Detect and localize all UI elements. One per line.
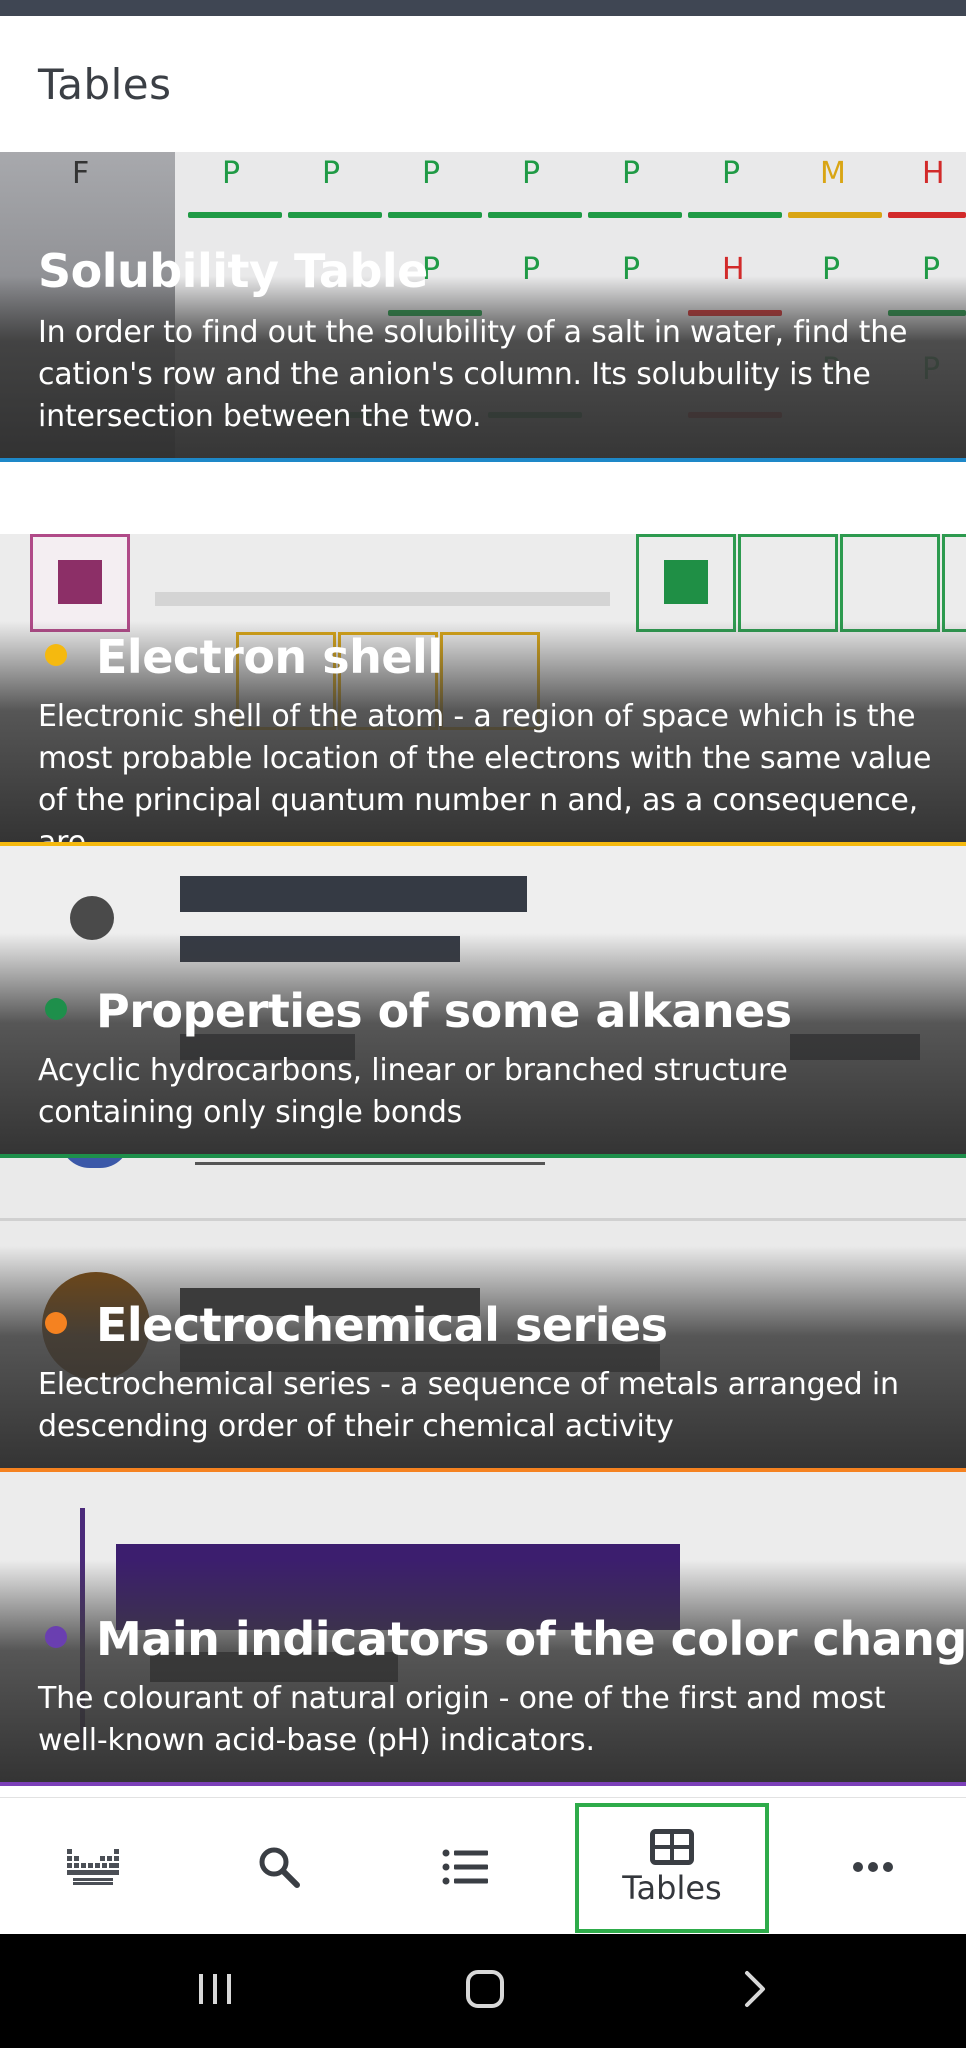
card-title: Electrochemical series <box>96 1298 668 1352</box>
list-icon <box>442 1849 488 1885</box>
periodic-table-icon <box>67 1848 119 1885</box>
table-cell: P <box>522 156 541 191</box>
table-icon <box>650 1829 694 1865</box>
table-cell: F <box>72 156 90 191</box>
table-cell: P <box>722 156 741 191</box>
recent-apps-icon <box>195 1972 235 2011</box>
bottom-navigation: Tables <box>0 1797 966 1935</box>
more-icon <box>852 1861 894 1873</box>
home-icon <box>465 1969 505 2014</box>
back-icon <box>743 1969 767 2014</box>
search-icon <box>257 1845 301 1889</box>
table-cell: P <box>622 156 641 191</box>
card-description: In order to find out the solubility of a… <box>38 315 908 434</box>
card-dot <box>45 1626 67 1648</box>
table-cell: P <box>322 156 341 191</box>
recent-apps-button[interactable] <box>150 1934 280 2048</box>
table-cell: M <box>820 156 846 191</box>
card-dot <box>45 998 67 1020</box>
table-cell: P <box>422 156 441 191</box>
card-properties-of-alkanes[interactable]: Properties of some alkanes Acyclic hydro… <box>0 846 966 1158</box>
card-title: Properties of some alkanes <box>96 984 792 1038</box>
card-dot <box>45 1312 67 1334</box>
card-electron-shell[interactable]: Electron shell Electronic shell of the a… <box>0 534 966 846</box>
nav-more[interactable] <box>780 1798 966 1935</box>
card-description: Electronic shell of the atom - a region … <box>38 699 932 846</box>
nav-tables[interactable]: Tables <box>575 1803 769 1933</box>
card-dot <box>45 644 67 666</box>
home-button[interactable] <box>420 1934 550 2048</box>
back-button[interactable] <box>690 1934 820 2048</box>
table-cell: H <box>922 156 945 191</box>
system-navigation-bar <box>0 1934 966 2048</box>
card-electrochemical-series[interactable]: Electrochemical series Electrochemical s… <box>0 1158 966 1472</box>
card-accent-bar <box>0 458 966 462</box>
card-main-indicators[interactable]: Main indicators of the color changes The… <box>0 1472 966 1786</box>
card-description: Acyclic hydrocarbons, linear or branched… <box>38 1053 788 1130</box>
nav-periodic-table[interactable] <box>0 1798 186 1935</box>
app-bar: Tables <box>0 16 966 152</box>
card-description: The colourant of natural origin - one of… <box>38 1681 886 1758</box>
page-title: Tables <box>38 60 172 109</box>
nav-list[interactable] <box>372 1798 558 1935</box>
card-title: Solubility Table <box>38 244 428 298</box>
card-description: Electrochemical series - a sequence of m… <box>38 1367 899 1444</box>
nav-tables-label: Tables <box>622 1869 722 1907</box>
nav-search[interactable] <box>186 1798 372 1935</box>
card-solubility-table[interactable]: F P P P P P P M H P P P H P P P P Solubi… <box>0 152 966 462</box>
status-bar <box>0 0 966 16</box>
table-cell: P <box>222 156 241 191</box>
card-title: Main indicators of the color changes <box>96 1612 966 1666</box>
card-accent-bar <box>0 1782 966 1786</box>
card-title: Electron shell <box>96 630 443 684</box>
